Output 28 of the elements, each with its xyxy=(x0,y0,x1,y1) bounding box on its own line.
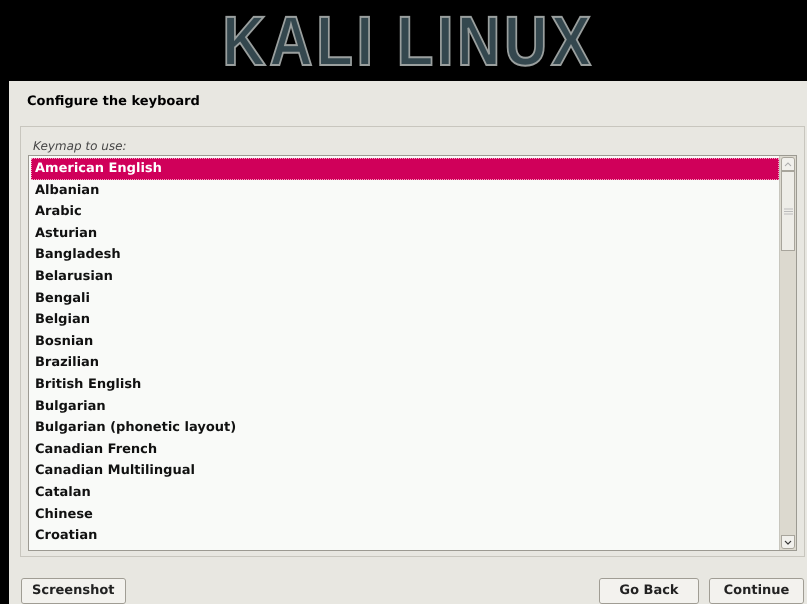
scrollbar[interactable] xyxy=(779,156,796,550)
keymap-item[interactable]: Chinese xyxy=(31,504,779,526)
keymap-item[interactable]: Brazilian xyxy=(31,352,779,374)
keymap-item[interactable]: Bangladesh xyxy=(31,244,779,266)
keymap-item[interactable]: Bengali xyxy=(31,288,779,310)
logo: KALI LINUX xyxy=(222,6,594,76)
keymap-item[interactable]: Belarusian xyxy=(31,266,779,288)
keymap-item[interactable]: Bulgarian (phonetic layout) xyxy=(31,417,779,439)
keymap-label: Keymap to use: xyxy=(32,138,128,155)
keymap-item[interactable]: Catalan xyxy=(31,482,779,504)
keymap-item[interactable]: Canadian French xyxy=(31,438,779,460)
scroll-thumb[interactable] xyxy=(781,171,795,251)
action-button[interactable]: Go Back xyxy=(599,578,699,604)
keymap-item[interactable]: Canadian Multilingual xyxy=(31,460,779,482)
keymap-item[interactable]: Belgian xyxy=(31,309,779,331)
keymap-item[interactable]: Bulgarian xyxy=(31,396,779,418)
scroll-down-icon[interactable] xyxy=(781,535,795,549)
keymap-item[interactable]: Arabic xyxy=(31,201,779,223)
keymap-item[interactable]: American English xyxy=(31,158,779,180)
keymap-item[interactable]: Albanian xyxy=(31,180,779,202)
keymap-item[interactable]: Asturian xyxy=(31,222,779,244)
scroll-up-icon[interactable] xyxy=(781,157,795,171)
action-button[interactable]: Screenshot xyxy=(21,578,126,604)
keymap-item[interactable]: Bosnian xyxy=(31,330,779,352)
keymap-item[interactable]: British English xyxy=(31,374,779,396)
keymap-item[interactable]: Croatian xyxy=(31,525,779,547)
action-button[interactable]: Continue xyxy=(709,578,804,604)
page-title: Configure the keyboard xyxy=(26,93,201,111)
